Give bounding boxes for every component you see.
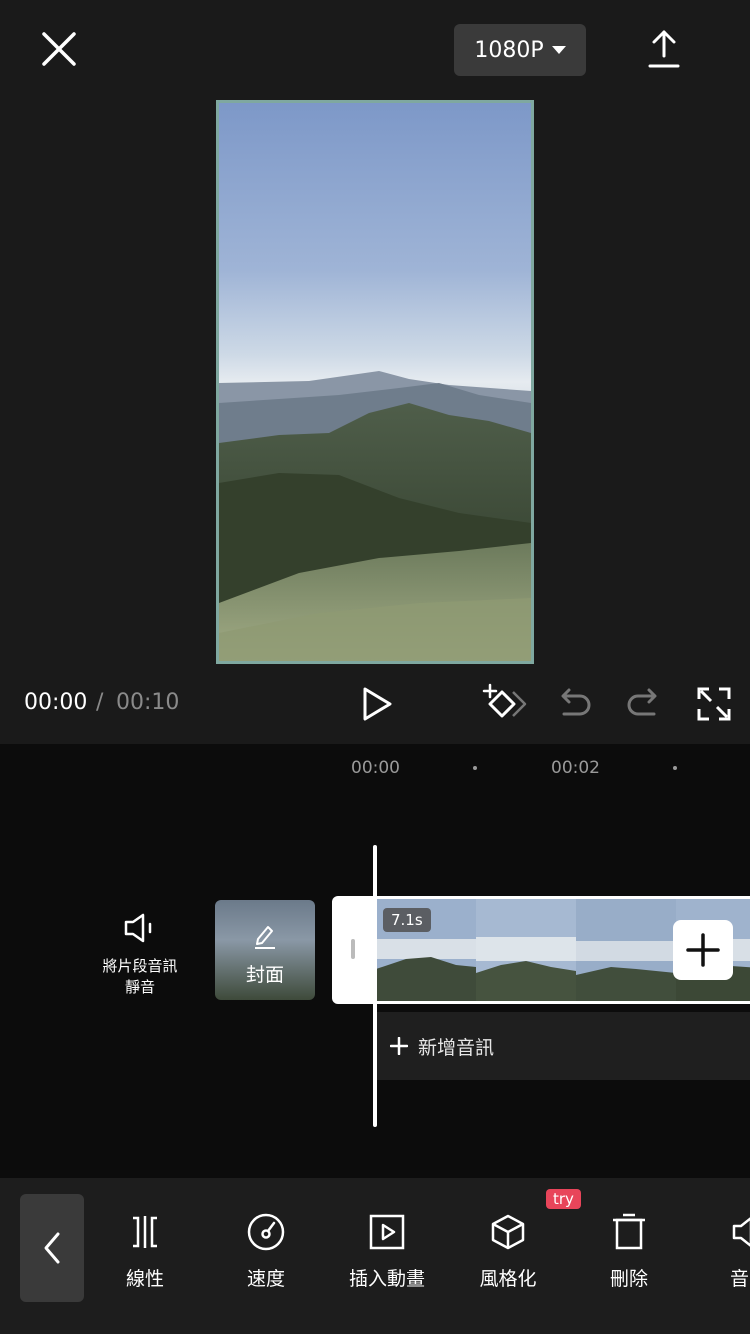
mute-label-line2: 靜音 (124, 978, 155, 996)
handle-grip (351, 939, 355, 959)
redo-icon (627, 688, 657, 716)
add-audio-button[interactable]: 新增音訊 (376, 1012, 750, 1080)
stylize-icon (491, 1214, 525, 1250)
tool-linear[interactable]: 線性 (90, 1212, 200, 1292)
delete-icon (613, 1213, 645, 1250)
clip-trim-handle[interactable] (332, 896, 376, 1004)
try-badge: try (546, 1189, 581, 1209)
play-icon (363, 687, 392, 721)
time-separator: / (96, 690, 104, 715)
keyframe-icon (482, 683, 527, 718)
tool-speed[interactable]: 速度 (211, 1212, 321, 1292)
tool-label: 刪除 (609, 1268, 648, 1290)
tick-dot (473, 766, 477, 770)
clip-duration-badge: 7.1s (383, 908, 431, 932)
tick-label: 00:00 (351, 758, 400, 778)
tool-label: 線性 (125, 1268, 164, 1290)
tool-label: 速度 (246, 1268, 285, 1290)
tool-delete[interactable]: 刪除 (574, 1212, 684, 1292)
add-clip-button[interactable] (673, 920, 733, 980)
fullscreen-button[interactable] (692, 682, 736, 726)
tick-label: 00:02 (551, 758, 600, 778)
resolution-label: 1080P (474, 37, 544, 63)
export-button[interactable] (640, 26, 688, 74)
mute-label-line1: 將片段音訊 (102, 957, 178, 975)
tool-label: 插入動畫 (348, 1268, 425, 1290)
tick-dot (673, 766, 677, 770)
resolution-dropdown[interactable]: 1080P (454, 24, 586, 76)
plus-icon (686, 933, 720, 967)
speed-icon (247, 1213, 285, 1251)
tool-label: 音 (730, 1268, 750, 1290)
close-button[interactable] (36, 26, 82, 72)
redo-button[interactable] (622, 682, 666, 726)
mute-label: 將片段音訊 靜音 (90, 956, 190, 998)
playhead[interactable] (373, 845, 377, 1127)
total-time: 00:10 (116, 690, 180, 715)
back-button[interactable] (20, 1194, 84, 1302)
close-icon (42, 32, 76, 66)
caret-down-icon (551, 46, 566, 54)
edit-pencil-icon (255, 926, 275, 949)
tool-audio[interactable]: 音 (695, 1212, 750, 1292)
landscape-image (219, 103, 531, 661)
linear-icon (133, 1216, 157, 1248)
plus-icon (390, 1037, 408, 1055)
upload-icon (648, 30, 680, 68)
undo-button[interactable] (552, 682, 596, 726)
play-button[interactable] (354, 682, 398, 726)
clip-frame (476, 899, 576, 1001)
chevron-left-icon (44, 1232, 60, 1264)
cover-button[interactable]: 封面 (215, 900, 315, 1000)
undo-icon (561, 688, 591, 716)
tool-insert-animation[interactable]: 插入動畫 (332, 1212, 442, 1292)
clip-frame (576, 899, 676, 1001)
tool-stylize[interactable]: 風格化 (453, 1212, 563, 1292)
fullscreen-icon (697, 687, 731, 721)
insert-animation-icon (369, 1214, 405, 1250)
video-preview[interactable] (216, 100, 534, 664)
audio-icon (732, 1217, 750, 1247)
add-audio-label: 新增音訊 (418, 1036, 495, 1059)
cover-label: 封面 (245, 964, 284, 986)
current-time: 00:00 (24, 690, 88, 715)
add-keyframe-button[interactable] (480, 682, 527, 726)
speaker-icon (124, 913, 152, 943)
mute-clip-audio-button[interactable]: 將片段音訊 靜音 (90, 910, 190, 1010)
tool-label: 風格化 (479, 1268, 537, 1290)
